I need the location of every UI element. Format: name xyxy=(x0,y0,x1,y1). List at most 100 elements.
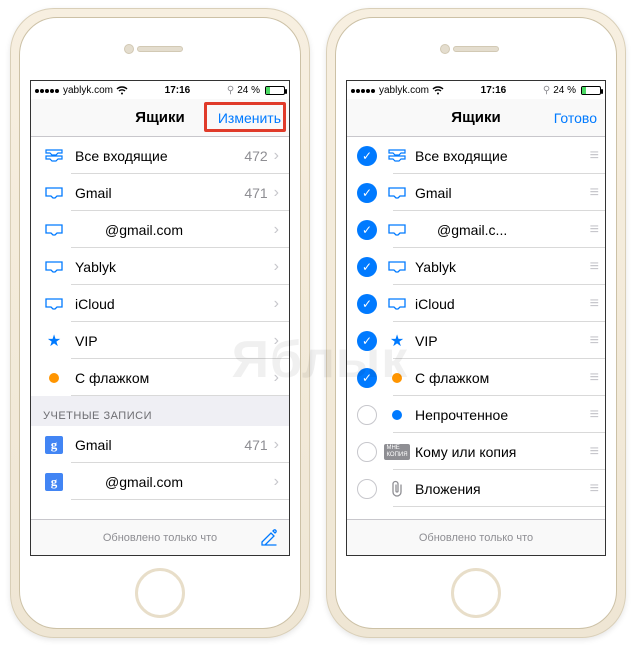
cc-icon: МНЕКОПИЯ xyxy=(387,444,407,460)
mailbox-edit-list: ✓Все входящие≡✓Gmail≡✓@gmail.c...≡✓Yably… xyxy=(347,137,605,507)
star-icon: ★ xyxy=(43,331,65,351)
chevron-right-icon: › xyxy=(274,473,279,491)
mailbox-row[interactable]: Все входящие472 › xyxy=(31,137,289,174)
status-label: Обновлено только что xyxy=(419,532,533,544)
inbox-icon xyxy=(387,186,407,200)
phone-left: yablyk.com 17:16 ⚲ 24 % Ящики Изменить xyxy=(10,8,310,638)
inbox-icon xyxy=(43,186,65,200)
chevron-right-icon: › xyxy=(274,436,279,454)
inbox-icon xyxy=(387,260,407,274)
nav-header: Ящики Изменить xyxy=(31,99,289,137)
inbox-icon xyxy=(43,297,65,311)
mailbox-label: @gmail.com xyxy=(75,222,274,238)
mailbox-label: iCloud xyxy=(415,296,590,312)
mailbox-label: Yablyk xyxy=(415,259,590,275)
reorder-handle-icon[interactable]: ≡ xyxy=(590,184,597,202)
chevron-right-icon: › xyxy=(274,332,279,350)
reorder-handle-icon[interactable]: ≡ xyxy=(590,258,597,276)
mailbox-edit-row[interactable]: ✓С флажком≡ xyxy=(347,359,605,396)
screen-left: yablyk.com 17:16 ⚲ 24 % Ящики Изменить xyxy=(30,80,290,556)
checkbox[interactable] xyxy=(357,479,377,499)
unread-count: 472 xyxy=(244,148,267,164)
done-button[interactable]: Готово xyxy=(554,110,597,126)
chevron-right-icon: › xyxy=(274,295,279,313)
chevron-right-icon: › xyxy=(274,147,279,165)
mailbox-edit-row[interactable]: ✓@gmail.c...≡ xyxy=(347,211,605,248)
wifi-icon xyxy=(116,86,128,95)
mailbox-label: VIP xyxy=(75,333,274,349)
account-label: @gmail.com xyxy=(75,474,274,490)
reorder-handle-icon[interactable]: ≡ xyxy=(590,221,597,239)
mailbox-label: Вложения xyxy=(415,481,590,497)
status-bar: yablyk.com 17:16 ⚲ 24 % xyxy=(347,81,605,99)
clock-label: 17:16 xyxy=(128,85,227,96)
reorder-handle-icon[interactable]: ≡ xyxy=(590,332,597,350)
mailbox-row[interactable]: iCloud› xyxy=(31,285,289,322)
status-label: Обновлено только что xyxy=(103,532,217,544)
checkbox[interactable]: ✓ xyxy=(357,220,377,240)
carrier-label: yablyk.com xyxy=(63,85,113,96)
battery-icon xyxy=(581,86,601,95)
checkbox[interactable]: ✓ xyxy=(357,146,377,166)
checkbox[interactable]: ✓ xyxy=(357,331,377,351)
battery-pct-label: 24 % xyxy=(553,85,576,96)
mailbox-row[interactable]: Yablyk› xyxy=(31,248,289,285)
chevron-right-icon: › xyxy=(274,221,279,239)
chevron-right-icon: › xyxy=(274,184,279,202)
checkbox[interactable] xyxy=(357,442,377,462)
unread-count: 471 xyxy=(244,437,267,453)
flag-dot-icon xyxy=(387,373,407,383)
nav-header: Ящики Готово xyxy=(347,99,605,137)
unread-count: 471 xyxy=(244,185,267,201)
mailbox-label: VIP xyxy=(415,333,590,349)
reorder-handle-icon[interactable]: ≡ xyxy=(590,369,597,387)
battery-pct-label: 24 % xyxy=(237,85,260,96)
mailbox-edit-row[interactable]: ✓ iCloud≡ xyxy=(347,285,605,322)
signal-dots-icon xyxy=(351,85,376,96)
google-icon: g xyxy=(43,436,65,454)
home-button[interactable] xyxy=(451,568,501,618)
mailbox-edit-row[interactable]: ✓ Все входящие≡ xyxy=(347,137,605,174)
mailbox-edit-row[interactable]: МНЕКОПИЯ Кому или копия≡ xyxy=(347,433,605,470)
reorder-handle-icon[interactable]: ≡ xyxy=(590,480,597,498)
star-icon: ★ xyxy=(387,331,407,351)
accounts-list: gGmail471›g@gmail.com› xyxy=(31,426,289,500)
mailbox-label: Все входящие xyxy=(415,148,590,164)
compose-button[interactable] xyxy=(259,528,279,548)
inbox-all-icon xyxy=(43,148,65,164)
accounts-section-header: УЧЕТНЫЕ ЗАПИСИ xyxy=(31,396,289,426)
reorder-handle-icon[interactable]: ≡ xyxy=(590,443,597,461)
home-button[interactable] xyxy=(135,568,185,618)
reorder-handle-icon[interactable]: ≡ xyxy=(590,147,597,165)
clip-icon xyxy=(387,480,407,498)
mailbox-label: Кому или копия xyxy=(415,444,590,460)
mailbox-edit-row[interactable]: ✓ Gmail≡ xyxy=(347,174,605,211)
reorder-handle-icon[interactable]: ≡ xyxy=(590,295,597,313)
mailbox-label: Все входящие xyxy=(75,148,244,164)
checkbox[interactable]: ✓ xyxy=(357,368,377,388)
blue-dot-icon xyxy=(387,410,407,420)
inbox-icon xyxy=(43,223,65,237)
account-row[interactable]: g@gmail.com› xyxy=(31,463,289,500)
checkbox[interactable]: ✓ xyxy=(357,294,377,314)
mailbox-edit-row[interactable]: ✓ Yablyk≡ xyxy=(347,248,605,285)
account-row[interactable]: gGmail471› xyxy=(31,426,289,463)
phone-right: yablyk.com 17:16 ⚲ 24 % Ящики Готово xyxy=(326,8,626,638)
mailbox-row[interactable]: С флажком› xyxy=(31,359,289,396)
mailbox-edit-row[interactable]: Непрочтенное≡ xyxy=(347,396,605,433)
mailbox-label: Gmail xyxy=(415,185,590,201)
mailbox-row[interactable]: @gmail.com› xyxy=(31,211,289,248)
checkbox[interactable] xyxy=(357,405,377,425)
mailbox-row[interactable]: Gmail471› xyxy=(31,174,289,211)
mailbox-edit-row[interactable]: Вложения≡ xyxy=(347,470,605,507)
mailbox-edit-row[interactable]: ✓ ★ VIP≡ xyxy=(347,322,605,359)
edit-button[interactable]: Изменить xyxy=(218,110,281,126)
checkbox[interactable]: ✓ xyxy=(357,183,377,203)
battery-icon xyxy=(265,86,285,95)
checkbox[interactable]: ✓ xyxy=(357,257,377,277)
reorder-handle-icon[interactable]: ≡ xyxy=(590,406,597,424)
bluetooth-icon: ⚲ xyxy=(227,85,234,96)
inbox-all-icon xyxy=(387,148,407,164)
mailbox-row[interactable]: ★ VIP› xyxy=(31,322,289,359)
bottom-toolbar: Обновлено только что xyxy=(347,519,605,555)
